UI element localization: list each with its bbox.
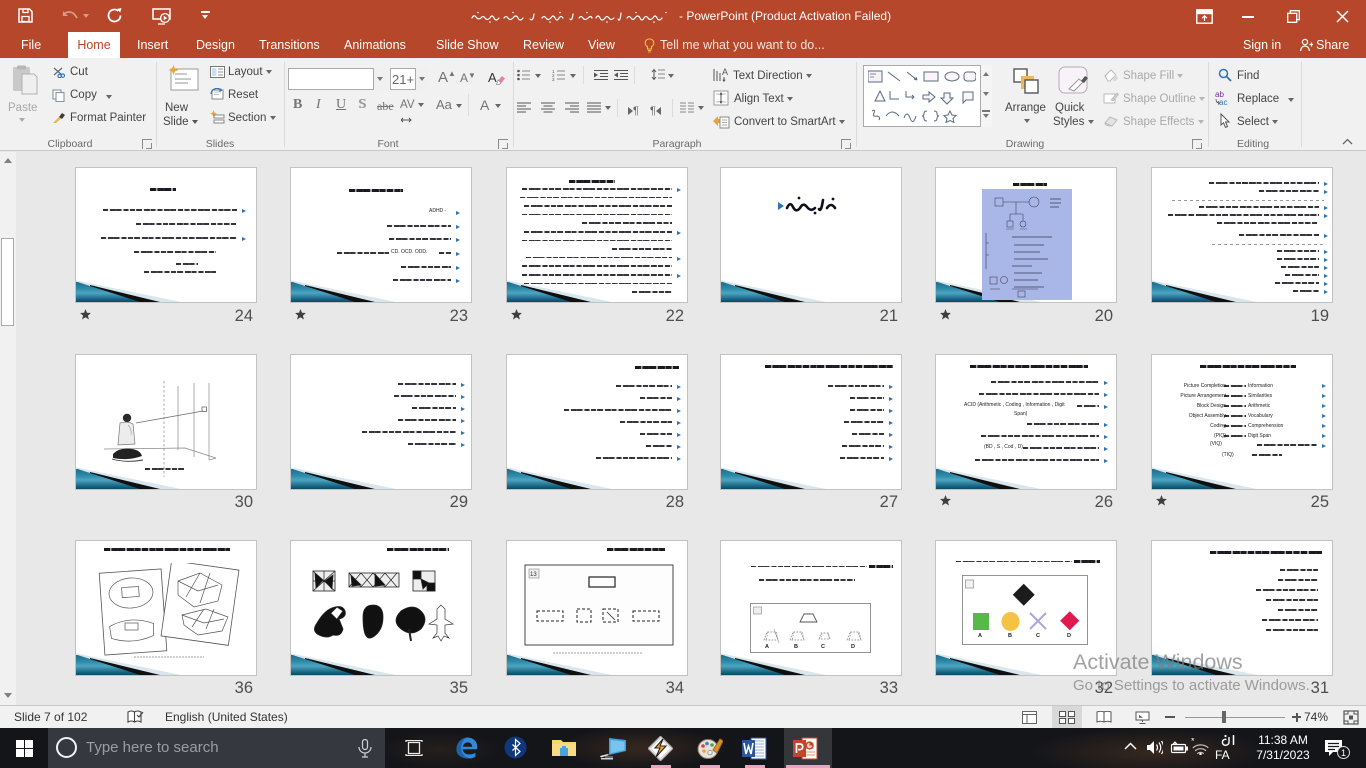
svg-text:D: D <box>1067 633 1071 639</box>
svg-text:13: 13 <box>530 572 537 578</box>
svg-text:C: C <box>821 644 825 650</box>
svg-text:A: A <box>765 644 769 650</box>
svg-text:*: * <box>1191 738 1195 746</box>
svg-text:B: B <box>794 644 798 650</box>
svg-text:B: B <box>1008 633 1012 639</box>
svg-text:C: C <box>1036 633 1040 639</box>
svg-text:A: A <box>488 70 497 85</box>
svg-text:3: 3 <box>552 77 555 81</box>
svg-text:A: A <box>722 67 728 77</box>
svg-text:A: A <box>978 633 982 639</box>
svg-text:D: D <box>851 644 855 650</box>
svg-text:ac: ac <box>1219 98 1227 105</box>
